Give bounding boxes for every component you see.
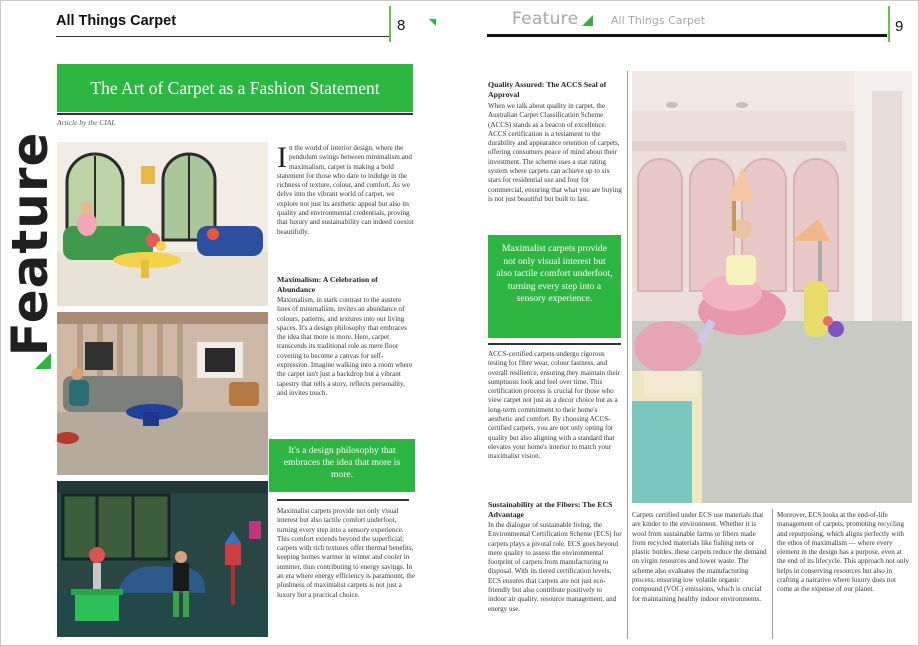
maximalism-continued-paragraph: Maximalist carpets provide not only visu… xyxy=(277,507,415,599)
vertical-feature-label: Feature xyxy=(1,132,59,357)
drop-cap: I xyxy=(277,144,287,174)
pull-quote-underline xyxy=(488,343,621,345)
ecs-end-of-life-paragraph: Moreover, ECS looks at the end-of-life m… xyxy=(777,511,910,594)
photo-teal-room xyxy=(57,481,268,637)
right-page-number: 9 xyxy=(895,18,904,35)
intro-paragraph: I n the world of interior design, where … xyxy=(277,144,415,262)
article-title-banner: The Art of Carpet as a Fashion Statement xyxy=(57,64,413,112)
intro-text: n the world of interior design, where th… xyxy=(277,144,414,236)
maximalism-paragraph: Maximalism, in stark contrast to the aus… xyxy=(277,296,413,397)
pull-quote-left: It's a design philosophy that embraces t… xyxy=(269,439,415,492)
photo-arched-window-living-room xyxy=(57,142,268,306)
feature-triangle-icon xyxy=(35,353,51,369)
ecs-materials-paragraph: Carpets certified under ECS use material… xyxy=(632,511,767,603)
section-heading-ecs: Sustainability at the Fibers: The ECS Ad… xyxy=(488,500,613,519)
magazine-spread: All Things Carpet 8 Feature The Art of C… xyxy=(0,0,919,646)
right-page-number-divider xyxy=(888,6,890,42)
left-page-header: All Things Carpet xyxy=(56,11,391,37)
photo-timber-lounge xyxy=(57,312,268,475)
article-title: The Art of Carpet as a Fashion Statement xyxy=(90,77,380,98)
section-heading-maximalism: Maximalism: A Celebration of Abundance xyxy=(277,275,378,294)
pull-quote-right: Maximalist carpets provide not only visu… xyxy=(488,235,621,338)
section-heading-accs: Quality Assured: The ACCS Seal of Approv… xyxy=(488,80,607,99)
column-rule xyxy=(627,71,628,639)
pull-quote-underline xyxy=(277,499,409,501)
left-header-title: All Things Carpet xyxy=(56,13,177,29)
ecs-paragraph: In the dialogue of sustainable living, t… xyxy=(488,521,622,613)
right-header-subtitle: All Things Carpet xyxy=(611,14,706,27)
column-rule xyxy=(772,509,773,639)
right-header-rule xyxy=(487,34,887,37)
feature-label-text: Feature xyxy=(1,131,59,357)
accs-paragraph: When we talk about quality in carpet, th… xyxy=(488,102,622,203)
left-page-number: 8 xyxy=(397,17,406,34)
accs-continued-paragraph: ACCS-certified carpets undergo rigorous … xyxy=(488,350,620,461)
green-triangle-icon xyxy=(429,19,436,26)
right-header-feature: Feature xyxy=(512,9,579,29)
title-underline xyxy=(57,113,413,115)
left-page-number-divider xyxy=(389,6,391,42)
green-triangle-icon xyxy=(582,15,593,26)
photo-pink-bedroom xyxy=(632,71,912,503)
article-byline: Article by the CIAL xyxy=(57,118,116,127)
